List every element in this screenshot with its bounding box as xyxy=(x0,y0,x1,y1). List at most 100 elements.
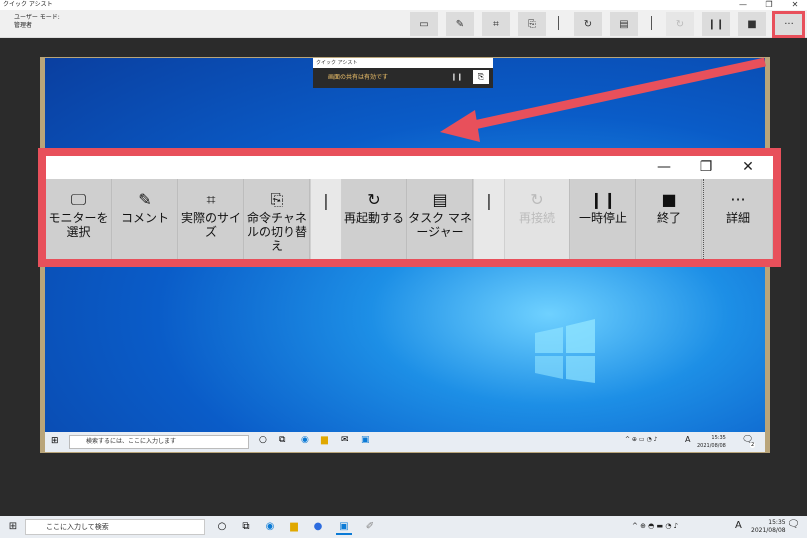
remote-date: 2021/08/08 xyxy=(697,443,726,449)
stop-button-large: ■ 終了 xyxy=(637,179,702,259)
task-manager-button-large: ▤ タスク マネージャー xyxy=(408,179,473,259)
time: 15:35 xyxy=(768,519,786,526)
date: 2021/08/08 xyxy=(751,527,786,534)
actual-size-button-large: ⌗ 実際のサイズ xyxy=(179,179,244,259)
task-manager-icon: ▤ xyxy=(432,190,448,209)
select-monitor-button[interactable]: ▭ xyxy=(410,12,438,36)
toggle-instruction-channel-icon: ⎘ xyxy=(528,18,536,30)
more-button-large: ··· 詳細 xyxy=(703,179,773,259)
tray-icons: ^ ⊕ ◓ ▬ ◔ ♪ xyxy=(632,522,679,530)
mode-value: 管理者 xyxy=(14,22,33,29)
button-label: モニターを選択 xyxy=(48,211,109,239)
stop-button[interactable]: ■ xyxy=(738,12,766,36)
magnified-titlebar: — ❐ ✕ xyxy=(46,156,773,178)
window-title: クイック アシスト xyxy=(0,0,807,10)
tray-icons: ^ ⊕ ▭ ◔ ♪ xyxy=(625,436,658,443)
cortana-icon[interactable]: ○ xyxy=(214,519,230,535)
button-label: タスク マネージャー xyxy=(408,211,472,239)
sharing-status: 画面の共有は有効です xyxy=(328,74,389,81)
mail-icon[interactable]: ✉ xyxy=(341,435,349,445)
mode-label: ユーザー モード: xyxy=(14,14,60,21)
task-manager-button[interactable]: ▤ xyxy=(610,12,638,36)
remote-taskbar: ⊞ 検索するには、ここに入力します ○ ⧉ ◉ ▆ ✉ ▣ ^ ⊕ ▭ ◔ ♪ … xyxy=(45,432,765,452)
more-icon: ··· xyxy=(730,190,746,209)
toolbar-separator: | xyxy=(311,179,341,259)
remote-time: 15:35 xyxy=(711,435,726,441)
monitor-select-icon: 🖵 xyxy=(70,190,87,209)
reconnect-button[interactable]: ↻ xyxy=(666,12,694,36)
button-label: 再起動する xyxy=(343,211,404,225)
button-label: 命令チャネルの切り替え xyxy=(246,211,307,253)
remote-clock[interactable]: 15:35 2021/08/08 xyxy=(697,434,726,450)
cortana-icon[interactable]: ○ xyxy=(259,435,267,445)
taskbar: ⊞ ここに入力して検索 ○ ⧉ ◉ ▆ ● ▣ ✐ ^ ⊕ ◓ ▬ ◔ ♪ A … xyxy=(0,516,807,538)
edge-icon[interactable]: ◉ xyxy=(301,435,309,445)
start-icon[interactable]: ⊞ xyxy=(51,436,59,446)
annotate-button-large: ✎ コメント xyxy=(113,179,178,259)
explorer-icon[interactable]: ▆ xyxy=(321,435,328,445)
edge-icon[interactable]: ◉ xyxy=(262,519,278,535)
minimize-icon: — xyxy=(657,159,671,175)
reconnect-button-large: ↻ 再接続 xyxy=(505,179,570,259)
restart-button[interactable]: ↻ xyxy=(574,12,602,36)
toolbar-separator xyxy=(558,16,559,30)
button-label: 再接続 xyxy=(518,211,555,225)
reconnect-icon: ↻ xyxy=(530,190,544,209)
task-manager-icon: ▤ xyxy=(619,18,629,30)
annotate-icon: ✎ xyxy=(455,18,465,30)
clock[interactable]: 15:35 2021/08/08 xyxy=(751,519,786,535)
close-button[interactable]: ✕ xyxy=(783,0,807,10)
annotate-button[interactable]: ✎ xyxy=(446,12,474,36)
restore-icon: ❐ xyxy=(699,159,713,175)
actual-size-icon: ⌗ xyxy=(493,18,499,30)
restart-icon: ↻ xyxy=(367,190,381,209)
pause-icon: ❙❙ xyxy=(707,18,725,30)
minimize-button[interactable]: — xyxy=(731,0,755,10)
select-monitor-button-large: 🖵 モニターを選択 xyxy=(46,179,112,259)
toggle-instruction-channel-button[interactable]: ⎘ xyxy=(518,12,546,36)
monitor-select-icon: ▭ xyxy=(419,18,429,30)
button-label: 終了 xyxy=(656,211,681,225)
stop-icon: ■ xyxy=(747,18,757,30)
ime-indicator[interactable]: A xyxy=(685,435,690,444)
user-mode-label: ユーザー モード: 管理者 xyxy=(14,14,60,30)
toolbar-separator xyxy=(651,16,652,30)
magnified-toolbar-callout: — ❐ ✕ 🖵 モニターを選択 ✎ コメント ⌗ 実際のサイズ ⎘ 命令チャネル… xyxy=(38,148,781,267)
button-label: コメント xyxy=(120,211,169,225)
notification-icon[interactable]: 🗨 xyxy=(787,519,800,530)
restart-button-large: ↻ 再起動する xyxy=(342,179,407,259)
quick-assist-icon[interactable]: ▣ xyxy=(336,519,352,535)
ime-indicator[interactable]: A xyxy=(735,520,742,531)
task-view-icon[interactable]: ⧉ xyxy=(279,435,285,445)
toolbar-separator: | xyxy=(474,179,504,259)
reconnect-icon: ↻ xyxy=(675,18,685,30)
button-label: 詳細 xyxy=(725,211,750,225)
explorer-icon[interactable]: ▆ xyxy=(286,519,302,535)
task-view-icon[interactable]: ⧉ xyxy=(238,519,254,535)
close-icon: ✕ xyxy=(742,159,754,175)
more-button-highlight xyxy=(772,11,805,38)
magnified-toolbar: 🖵 モニターを選択 ✎ コメント ⌗ 実際のサイズ ⎘ 命令チャネルの切り替え … xyxy=(46,179,773,259)
annotation-arrow xyxy=(440,57,766,142)
button-label: 一時停止 xyxy=(578,211,627,225)
notification-count: 2 xyxy=(750,442,756,448)
annotate-icon: ✎ xyxy=(138,190,152,209)
pause-icon: ❙❙ xyxy=(589,190,617,209)
windows-logo-glow xyxy=(535,319,595,383)
pause-button[interactable]: ❙❙ xyxy=(702,12,730,36)
taskbar-search-input[interactable]: ここに入力して検索 xyxy=(25,519,205,535)
maximize-button[interactable]: ❐ xyxy=(757,0,781,10)
remote-search-input[interactable]: 検索するには、ここに入力します xyxy=(69,435,249,449)
actual-size-button[interactable]: ⌗ xyxy=(482,12,510,36)
actual-size-icon: ⌗ xyxy=(206,190,216,209)
paint-icon[interactable]: ✐ xyxy=(362,519,378,535)
toggle-instruction-channel-icon: ⎘ xyxy=(270,190,284,209)
button-label: 実際のサイズ xyxy=(180,211,241,239)
start-icon[interactable]: ⊞ xyxy=(5,519,21,535)
quick-assist-icon[interactable]: ▣ xyxy=(361,435,370,445)
pause-button-large: ❙❙ 一時停止 xyxy=(571,179,636,259)
stop-icon: ■ xyxy=(661,190,677,209)
toggle-instruction-channel-button-large: ⎘ 命令チャネルの切り替え xyxy=(245,179,310,259)
zoom-icon[interactable]: ● xyxy=(310,519,326,535)
restart-icon: ↻ xyxy=(583,18,593,30)
